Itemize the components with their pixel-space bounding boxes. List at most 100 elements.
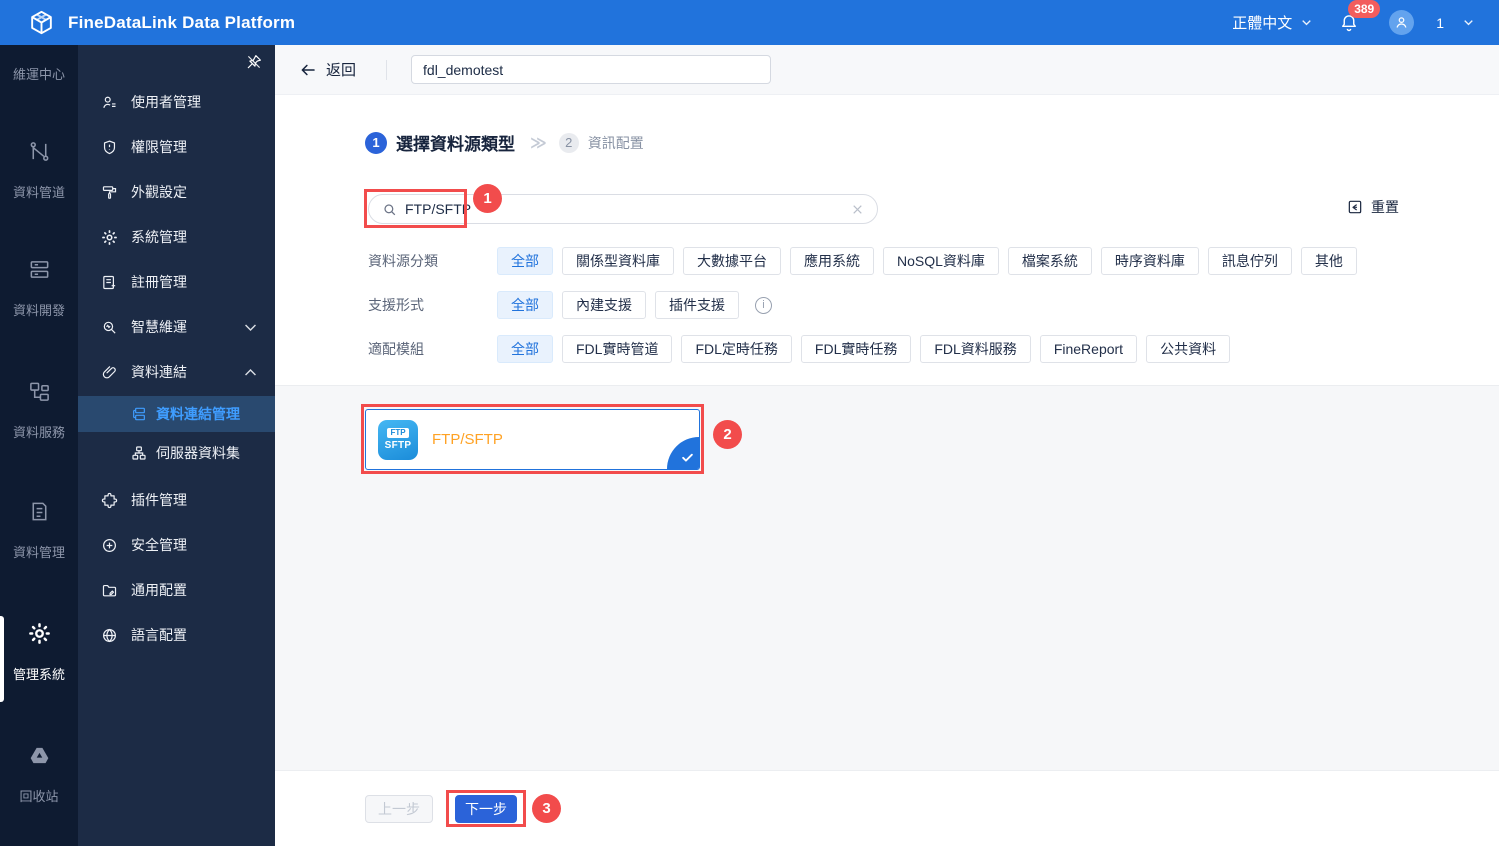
step-2-label: 資訊配置 xyxy=(587,134,644,151)
unpin-sidebar-button[interactable] xyxy=(245,53,263,71)
chevron-down-icon xyxy=(245,324,256,331)
filter-label: 適配模組 xyxy=(368,341,424,357)
filter-chip[interactable]: FDL實時管道 xyxy=(562,335,673,363)
rail-item-label: 維運中心 xyxy=(12,67,65,82)
sidebar-item-data-connection[interactable]: 資料連結 xyxy=(78,354,275,390)
filter-chip[interactable]: FDL定時任務 xyxy=(681,335,792,363)
sidebar-item-appearance-settings[interactable]: 外觀設定 xyxy=(78,174,275,210)
filter-chip[interactable]: 應用系統 xyxy=(790,247,874,275)
rail-item-data-service[interactable]: 資料服務 xyxy=(0,380,78,441)
sidebar-item-label: 資料連結 xyxy=(131,364,187,380)
info-icon[interactable]: i xyxy=(755,296,772,314)
filter-chip[interactable]: 全部 xyxy=(497,335,553,363)
rail-item-label: 資料開發 xyxy=(12,303,65,318)
datasource-card-ftp-sftp[interactable]: FTP SFTP FTP/SFTP xyxy=(365,409,700,470)
app-window: FineDataLink Data Platform 正體中文 389 1 維運… xyxy=(0,0,1499,846)
globe-icon xyxy=(103,628,116,642)
server-dataset-icon xyxy=(132,446,146,460)
filter-chip[interactable]: 公共資料 xyxy=(1146,335,1231,363)
sidebar-item-label: 插件管理 xyxy=(131,492,187,508)
sidebar-item-data-connection-management[interactable]: 資料連結管理 xyxy=(78,396,275,432)
search-input[interactable] xyxy=(405,201,843,217)
filter-chip[interactable]: 插件支援 xyxy=(655,291,739,319)
reset-button[interactable]: 重置 xyxy=(1347,197,1399,217)
filter-chip[interactable]: 內建支援 xyxy=(562,291,646,319)
rail-item-admin-system[interactable]: 管理系統 xyxy=(0,622,78,683)
notifications-button[interactable]: 389 xyxy=(1339,0,1381,33)
filter-chip[interactable]: 檔案系統 xyxy=(1007,247,1092,275)
top-bar: FineDataLink Data Platform 正體中文 389 1 xyxy=(0,0,1499,45)
back-label: 返回 xyxy=(326,62,357,79)
step-1-number: 1 xyxy=(365,131,387,154)
filter-row-support-type: 支援形式 全部 內建支援 插件支援 i xyxy=(368,291,772,319)
sidebar-item-registration-management[interactable]: 註冊管理 xyxy=(78,264,275,300)
user-menu-chevron-icon[interactable] xyxy=(1462,16,1475,29)
system-gear-icon xyxy=(102,229,117,245)
sidebar-item-system-management[interactable]: 系統管理 xyxy=(78,219,275,255)
step-indicator: 1 選擇資料源類型 ≫ 2 資訊配置 xyxy=(365,130,644,155)
back-button[interactable]: 返回 xyxy=(299,59,356,80)
permission-icon xyxy=(103,139,116,154)
folder-config-icon xyxy=(102,584,117,596)
rail-item-ops-center[interactable]: 維運中心 xyxy=(0,64,78,83)
next-step-button[interactable]: 下一步 xyxy=(455,795,517,823)
clear-search-icon[interactable] xyxy=(851,203,864,216)
data-mgmt-icon xyxy=(32,502,46,521)
filter-chip[interactable]: 關係型資料庫 xyxy=(562,247,674,275)
filter-chip[interactable]: 全部 xyxy=(497,247,553,275)
step-1-label: 選擇資料源類型 xyxy=(396,135,515,154)
filter-label: 支援形式 xyxy=(368,297,424,313)
sidebar-item-language-config[interactable]: 語言配置 xyxy=(78,617,275,653)
module-rail: 維運中心 資料管道 資料開發 資料服務 資料管理 管理系統 回收站 xyxy=(0,45,78,846)
sidebar-item-permission-management[interactable]: 權限管理 xyxy=(78,129,275,165)
main-content: 返回 1 選擇資料源類型 ≫ 2 資訊配置 重置 資料源分類 xyxy=(275,45,1499,846)
rail-item-data-dev[interactable]: 資料開發 xyxy=(0,258,78,319)
rail-item-data-pipeline[interactable]: 資料管道 xyxy=(0,140,78,201)
security-shield-plus-icon xyxy=(103,538,116,552)
data-service-icon xyxy=(29,382,49,401)
step-2-number: 2 xyxy=(558,132,579,153)
filter-chip[interactable]: FDL資料服務 xyxy=(920,335,1031,363)
filter-chip[interactable]: FDL實時任務 xyxy=(800,335,912,363)
sidebar-item-smart-ops[interactable]: 智慧維運 xyxy=(78,309,275,345)
filter-chip[interactable]: 其他 xyxy=(1300,247,1357,275)
datasource-search-box xyxy=(368,194,878,224)
chevron-down-icon xyxy=(1302,20,1311,26)
sidebar-item-label: 通用配置 xyxy=(131,582,187,598)
language-selector[interactable]: 正體中文 xyxy=(1232,12,1313,33)
sidebar-item-label: 使用者管理 xyxy=(131,94,201,110)
sidebar-item-user-management[interactable]: 使用者管理 xyxy=(78,84,275,120)
filter-chip[interactable]: FineReport xyxy=(1039,335,1138,363)
connection-name-input[interactable] xyxy=(411,55,772,84)
filter-chip[interactable]: 訊息佇列 xyxy=(1207,247,1292,275)
arrow-left-icon xyxy=(301,64,315,75)
sidebar-item-label: 智慧維運 xyxy=(131,319,187,335)
rail-item-recycle-bin[interactable]: 回收站 xyxy=(0,744,78,805)
user-count-label: 1 xyxy=(1436,14,1444,31)
user-avatar[interactable] xyxy=(1389,10,1415,35)
previous-step-button[interactable]: 上一步 xyxy=(365,795,433,823)
data-dev-icon xyxy=(30,261,48,278)
sidebar-item-server-dataset[interactable]: 伺服器資料集 xyxy=(78,435,275,471)
chevron-up-icon xyxy=(245,368,256,375)
filter-label: 資料源分類 xyxy=(368,253,438,269)
sidebar-item-label: 外觀設定 xyxy=(131,184,187,200)
ftp-sftp-icon: FTP SFTP xyxy=(378,419,418,460)
notification-count-badge: 389 xyxy=(1348,0,1381,18)
app-title: FineDataLink Data Platform xyxy=(68,12,296,32)
rail-item-label: 資料服務 xyxy=(12,425,65,440)
sidebar-item-plugin-management[interactable]: 插件管理 xyxy=(78,482,275,518)
filter-chip[interactable]: 全部 xyxy=(497,291,553,319)
filter-chip[interactable]: NoSQL資料庫 xyxy=(883,247,999,275)
step-separator: ≫ xyxy=(530,134,547,152)
sidebar-item-general-config[interactable]: 通用配置 xyxy=(78,572,275,608)
rail-item-label: 管理系統 xyxy=(12,667,65,682)
datasource-card-title: FTP/SFTP xyxy=(432,431,503,448)
rail-item-data-mgmt[interactable]: 資料管理 xyxy=(0,500,78,561)
data-pipeline-icon xyxy=(30,142,48,161)
active-rail-indicator xyxy=(0,616,4,702)
admin-sidebar: 使用者管理 權限管理 外觀設定 系統管理 註冊管理 智慧維運 資料連結 資料連結… xyxy=(78,45,275,846)
filter-chip[interactable]: 時序資料庫 xyxy=(1100,247,1199,275)
filter-chip[interactable]: 大數據平台 xyxy=(683,247,781,275)
sidebar-item-security-management[interactable]: 安全管理 xyxy=(78,527,275,563)
